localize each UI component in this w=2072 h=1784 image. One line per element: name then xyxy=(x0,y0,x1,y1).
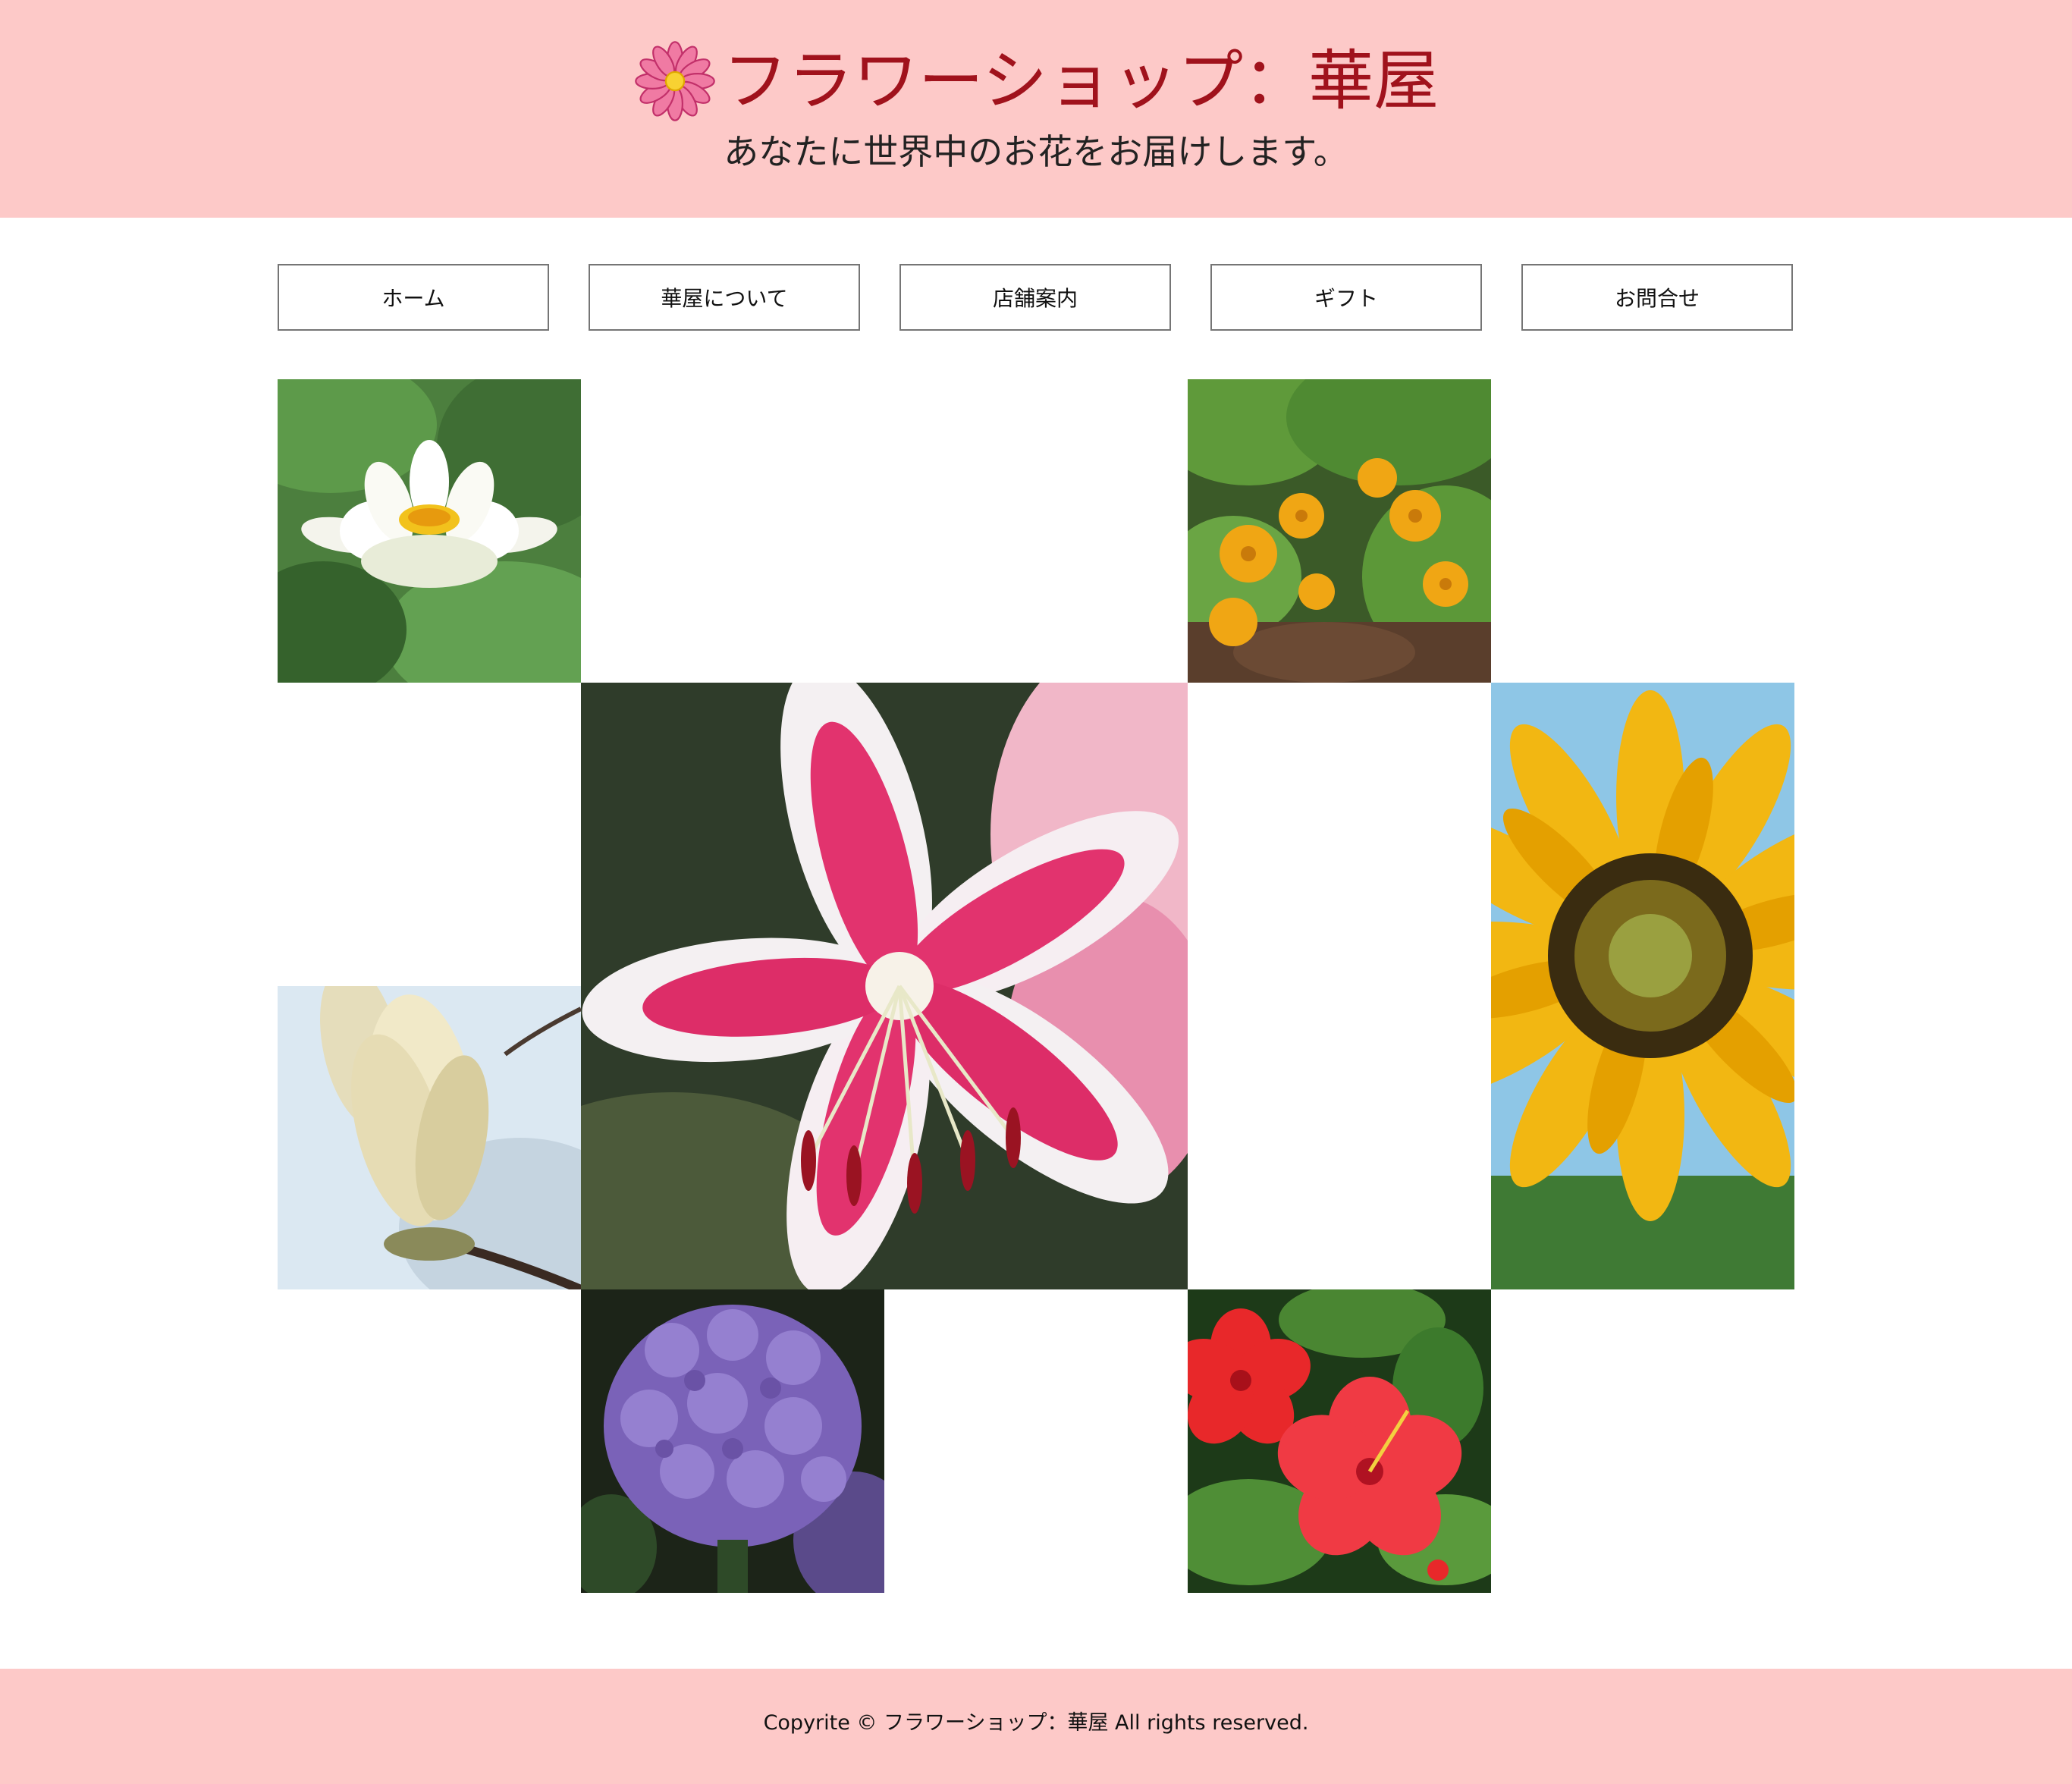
stargazer-lily-photo xyxy=(581,683,1188,1289)
hibiscus-photo xyxy=(1188,1289,1491,1593)
pink-flower-icon xyxy=(635,41,715,121)
site-footer: Copyrite © フラワーショップ：華屋 All rights reserv… xyxy=(0,1669,2072,1784)
nav-contact-button[interactable]: お問合せ xyxy=(1521,264,1793,331)
magnolia-photo xyxy=(278,986,581,1289)
hydrangea-photo xyxy=(581,1289,884,1593)
nav-about-button[interactable]: 華屋について xyxy=(589,264,860,331)
copyright-text: Copyrite © フラワーショップ：華屋 All rights reserv… xyxy=(763,1711,1309,1735)
nav-stores-button[interactable]: 店舗案内 xyxy=(899,264,1171,331)
marsh-marigold-photo xyxy=(1188,379,1491,683)
nav-home-button[interactable]: ホーム xyxy=(278,264,549,331)
site-title: フラワーショップ：華屋 xyxy=(0,39,2072,123)
site-header: フラワーショップ：華屋 あなたに世界中のお花をお届けします。 xyxy=(0,0,2072,218)
sunflower-photo xyxy=(1491,683,1794,1289)
nav-gift-button[interactable]: ギフト xyxy=(1210,264,1482,331)
tagline: あなたに世界中のお花をお届けします。 xyxy=(724,131,1348,172)
water-lily-photo xyxy=(278,379,581,683)
site-title-text: フラワーショップ：華屋 xyxy=(722,43,1439,119)
